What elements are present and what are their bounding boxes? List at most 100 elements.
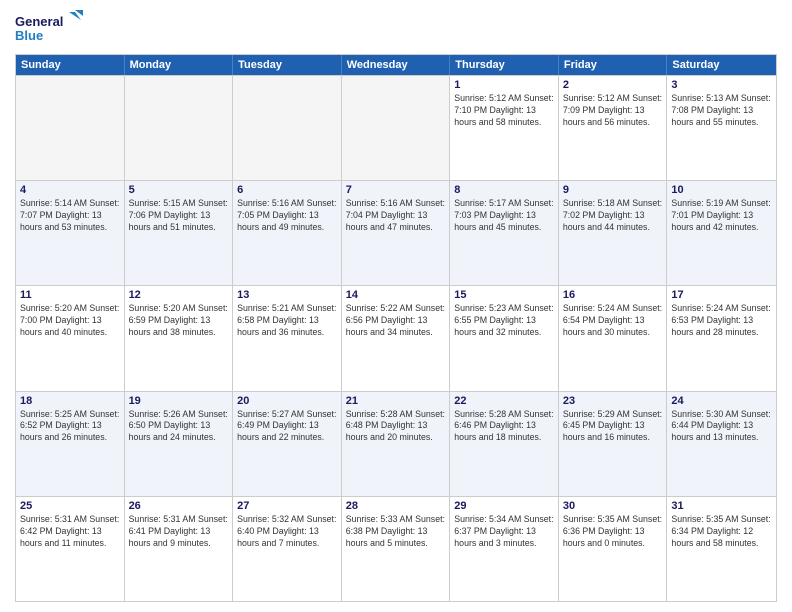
day-number: 10 [671, 184, 772, 196]
calendar-cell: 8 Sunrise: 5:17 AM Sunset: 7:03 PM Daylig… [450, 181, 559, 285]
calendar-cell [16, 76, 125, 180]
day-number: 29 [454, 500, 554, 512]
calendar-cell: 15 Sunrise: 5:23 AM Sunset: 6:55 PM Dayli… [450, 286, 559, 390]
calendar-cell [342, 76, 451, 180]
day-number: 18 [20, 395, 120, 407]
calendar-cell: 28 Sunrise: 5:33 AM Sunset: 6:38 PM Dayli… [342, 497, 451, 601]
calendar-cell: 24 Sunrise: 5:30 AM Sunset: 6:44 PM Dayli… [667, 392, 776, 496]
calendar-cell: 17 Sunrise: 5:24 AM Sunset: 6:53 PM Dayli… [667, 286, 776, 390]
calendar-cell: 13 Sunrise: 5:21 AM Sunset: 6:58 PM Dayli… [233, 286, 342, 390]
day-number: 21 [346, 395, 446, 407]
header: General Blue [15, 10, 777, 48]
calendar-header-cell: Sunday [16, 55, 125, 75]
day-info: Sunrise: 5:25 AM Sunset: 6:52 PM Dayligh… [20, 409, 120, 445]
calendar-cell: 1 Sunrise: 5:12 AM Sunset: 7:10 PM Daylig… [450, 76, 559, 180]
calendar-cell: 10Sunrise: 5:19 AM Sunset: 7:01 PM Dayli… [667, 181, 776, 285]
day-number: 9 [563, 184, 663, 196]
page: General Blue SundayMondayTuesdayWednesda… [0, 0, 792, 612]
calendar-header-cell: Saturday [667, 55, 776, 75]
calendar-cell: 4Sunrise: 5:14 AM Sunset: 7:07 PM Daylig… [16, 181, 125, 285]
day-info: Sunrise: 5:29 AM Sunset: 6:45 PM Dayligh… [563, 409, 663, 445]
calendar-cell: 7Sunrise: 5:16 AM Sunset: 7:04 PM Daylig… [342, 181, 451, 285]
day-info: Sunrise: 5:26 AM Sunset: 6:50 PM Dayligh… [129, 409, 229, 445]
calendar-cell [233, 76, 342, 180]
day-number: 31 [671, 500, 772, 512]
day-info: Sunrise: 5:28 AM Sunset: 6:48 PM Dayligh… [346, 409, 446, 445]
calendar-cell: 9 Sunrise: 5:18 AM Sunset: 7:02 PM Daylig… [559, 181, 668, 285]
day-info: Sunrise: 5:15 AM Sunset: 7:06 PM Dayligh… [129, 198, 229, 234]
day-number: 19 [129, 395, 229, 407]
day-info: Sunrise: 5:30 AM Sunset: 6:44 PM Dayligh… [671, 409, 772, 445]
day-number: 25 [20, 500, 120, 512]
calendar-cell: 21 Sunrise: 5:28 AM Sunset: 6:48 PM Dayli… [342, 392, 451, 496]
calendar-week: 4Sunrise: 5:14 AM Sunset: 7:07 PM Daylig… [16, 180, 776, 285]
calendar-header-cell: Friday [559, 55, 668, 75]
calendar-cell: 30 Sunrise: 5:35 AM Sunset: 6:36 PM Dayli… [559, 497, 668, 601]
day-info: Sunrise: 5:28 AM Sunset: 6:46 PM Dayligh… [454, 409, 554, 445]
day-info: Sunrise: 5:31 AM Sunset: 6:41 PM Dayligh… [129, 514, 229, 550]
calendar-cell: 31 Sunrise: 5:35 AM Sunset: 6:34 PM Dayli… [667, 497, 776, 601]
day-info: Sunrise: 5:27 AM Sunset: 6:49 PM Dayligh… [237, 409, 337, 445]
day-number: 2 [563, 79, 663, 91]
day-info: Sunrise: 5:24 AM Sunset: 6:53 PM Dayligh… [671, 303, 772, 339]
day-number: 14 [346, 289, 446, 301]
day-number: 30 [563, 500, 663, 512]
day-info: Sunrise: 5:31 AM Sunset: 6:42 PM Dayligh… [20, 514, 120, 550]
day-info: Sunrise: 5:18 AM Sunset: 7:02 PM Dayligh… [563, 198, 663, 234]
calendar-cell: 23 Sunrise: 5:29 AM Sunset: 6:45 PM Dayli… [559, 392, 668, 496]
calendar-header-cell: Tuesday [233, 55, 342, 75]
day-info: Sunrise: 5:32 AM Sunset: 6:40 PM Dayligh… [237, 514, 337, 550]
day-info: Sunrise: 5:35 AM Sunset: 6:34 PM Dayligh… [671, 514, 772, 550]
calendar-cell: 19 Sunrise: 5:26 AM Sunset: 6:50 PM Dayli… [125, 392, 234, 496]
day-number: 5 [129, 184, 229, 196]
day-info: Sunrise: 5:20 AM Sunset: 6:59 PM Dayligh… [129, 303, 229, 339]
svg-text:Blue: Blue [15, 28, 43, 43]
day-info: Sunrise: 5:13 AM Sunset: 7:08 PM Dayligh… [671, 93, 772, 129]
calendar-week: 11Sunrise: 5:20 AM Sunset: 7:00 PM Dayli… [16, 285, 776, 390]
calendar-cell: 3 Sunrise: 5:13 AM Sunset: 7:08 PM Daylig… [667, 76, 776, 180]
calendar-cell: 27 Sunrise: 5:32 AM Sunset: 6:40 PM Dayli… [233, 497, 342, 601]
day-number: 20 [237, 395, 337, 407]
calendar-week: 1 Sunrise: 5:12 AM Sunset: 7:10 PM Daylig… [16, 75, 776, 180]
day-info: Sunrise: 5:12 AM Sunset: 7:10 PM Dayligh… [454, 93, 554, 129]
day-number: 3 [671, 79, 772, 91]
day-number: 28 [346, 500, 446, 512]
calendar-cell: 14 Sunrise: 5:22 AM Sunset: 6:56 PM Dayli… [342, 286, 451, 390]
day-info: Sunrise: 5:21 AM Sunset: 6:58 PM Dayligh… [237, 303, 337, 339]
day-info: Sunrise: 5:33 AM Sunset: 6:38 PM Dayligh… [346, 514, 446, 550]
day-number: 23 [563, 395, 663, 407]
day-number: 27 [237, 500, 337, 512]
calendar-header-cell: Wednesday [342, 55, 451, 75]
day-number: 26 [129, 500, 229, 512]
calendar-body: 1 Sunrise: 5:12 AM Sunset: 7:10 PM Daylig… [16, 75, 776, 601]
day-number: 17 [671, 289, 772, 301]
day-info: Sunrise: 5:16 AM Sunset: 7:04 PM Dayligh… [346, 198, 446, 234]
day-info: Sunrise: 5:24 AM Sunset: 6:54 PM Dayligh… [563, 303, 663, 339]
calendar-cell: 16Sunrise: 5:24 AM Sunset: 6:54 PM Dayli… [559, 286, 668, 390]
day-number: 8 [454, 184, 554, 196]
day-info: Sunrise: 5:12 AM Sunset: 7:09 PM Dayligh… [563, 93, 663, 129]
day-info: Sunrise: 5:23 AM Sunset: 6:55 PM Dayligh… [454, 303, 554, 339]
day-number: 12 [129, 289, 229, 301]
calendar-cell: 6Sunrise: 5:16 AM Sunset: 7:05 PM Daylig… [233, 181, 342, 285]
day-number: 24 [671, 395, 772, 407]
day-number: 1 [454, 79, 554, 91]
day-number: 15 [454, 289, 554, 301]
calendar-cell: 25 Sunrise: 5:31 AM Sunset: 6:42 PM Dayli… [16, 497, 125, 601]
day-number: 22 [454, 395, 554, 407]
calendar-cell: 2 Sunrise: 5:12 AM Sunset: 7:09 PM Daylig… [559, 76, 668, 180]
calendar-cell: 18 Sunrise: 5:25 AM Sunset: 6:52 PM Dayli… [16, 392, 125, 496]
day-info: Sunrise: 5:22 AM Sunset: 6:56 PM Dayligh… [346, 303, 446, 339]
calendar-header-cell: Monday [125, 55, 234, 75]
calendar-cell [125, 76, 234, 180]
calendar-cell: 26 Sunrise: 5:31 AM Sunset: 6:41 PM Dayli… [125, 497, 234, 601]
calendar-header-cell: Thursday [450, 55, 559, 75]
logo-svg: General Blue [15, 10, 85, 48]
calendar-cell: 20 Sunrise: 5:27 AM Sunset: 6:49 PM Dayli… [233, 392, 342, 496]
day-number: 4 [20, 184, 120, 196]
calendar-cell: 11Sunrise: 5:20 AM Sunset: 7:00 PM Dayli… [16, 286, 125, 390]
day-number: 13 [237, 289, 337, 301]
logo: General Blue [15, 10, 85, 48]
day-info: Sunrise: 5:17 AM Sunset: 7:03 PM Dayligh… [454, 198, 554, 234]
day-info: Sunrise: 5:35 AM Sunset: 6:36 PM Dayligh… [563, 514, 663, 550]
